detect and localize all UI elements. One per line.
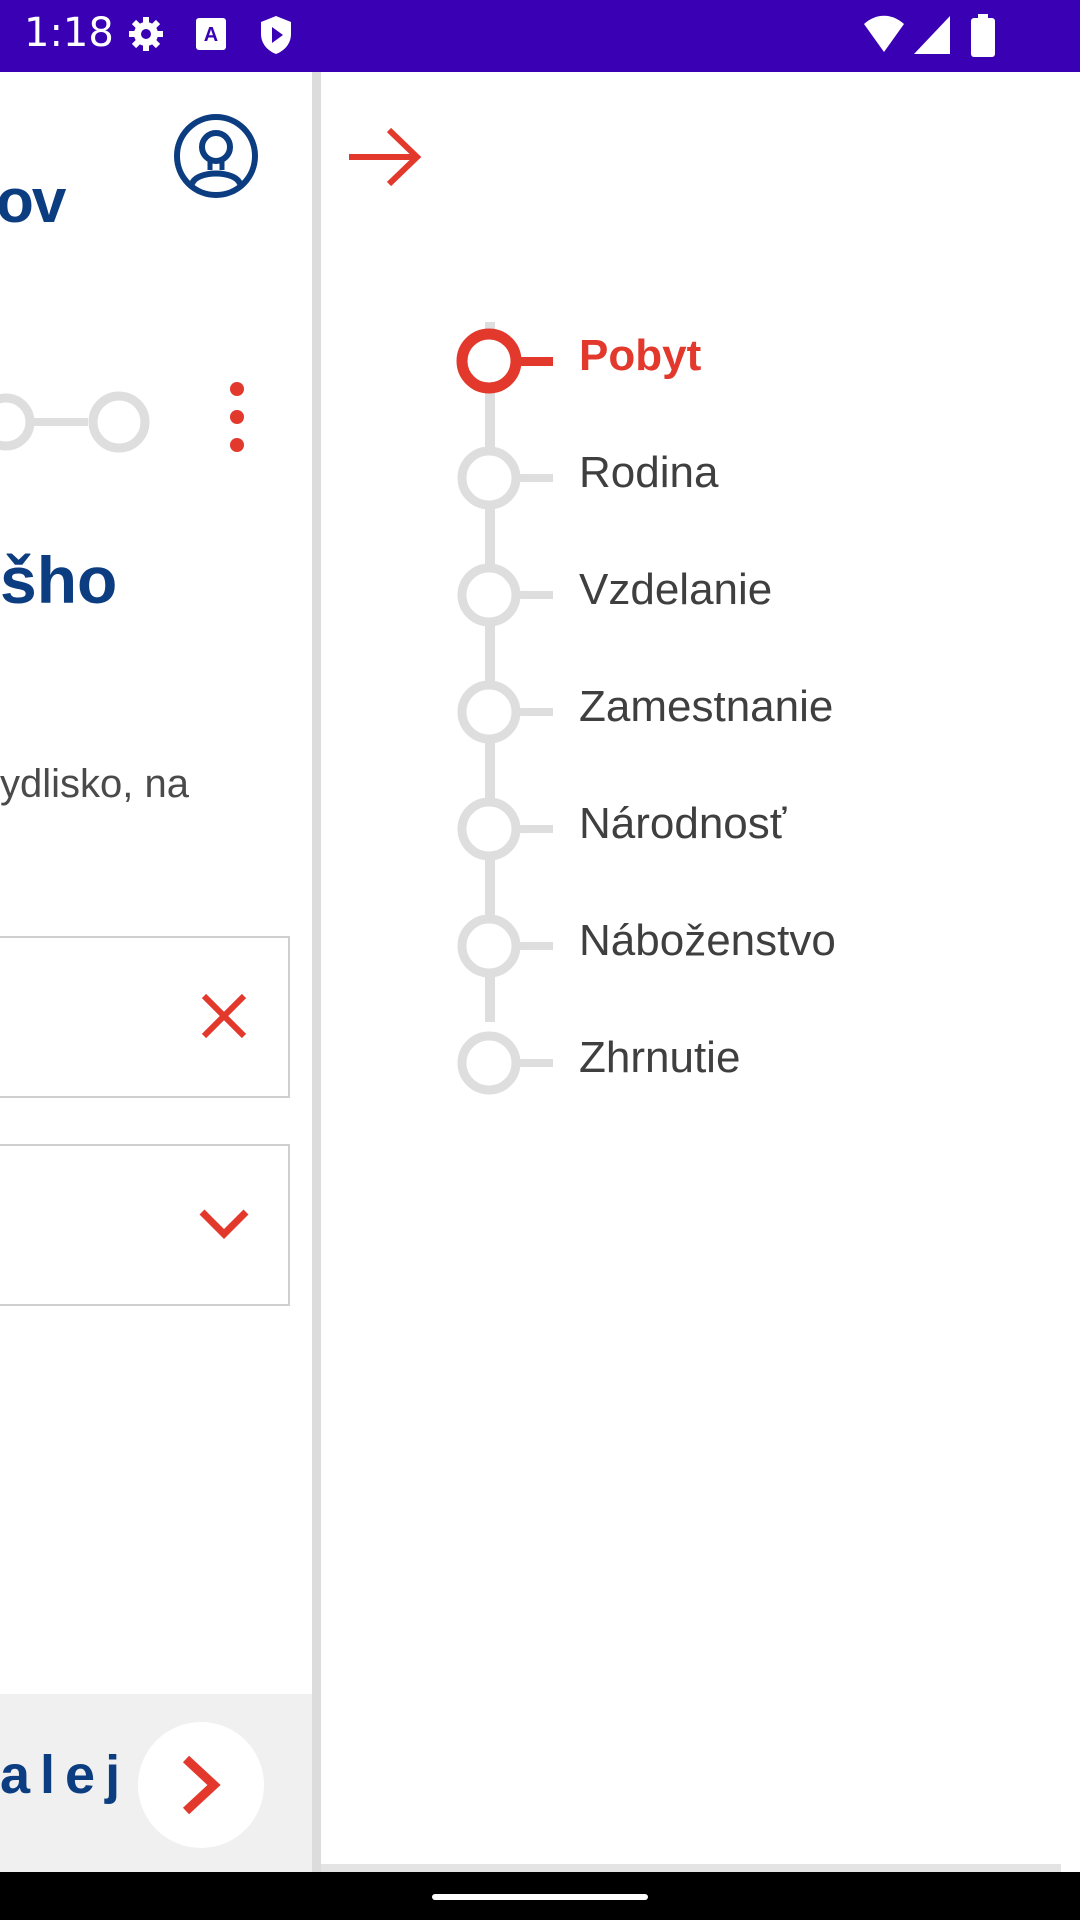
step-item-narodnost[interactable]: Národnosť	[456, 789, 1056, 869]
step-item-rodina[interactable]: Rodina	[456, 438, 1056, 518]
page-description-fragment: ydlisko, na	[0, 762, 189, 806]
step-label: Pobyt	[579, 331, 702, 380]
steps-drawer: Pobyt Rodina Vzdelanie Zamestnanie Národ…	[321, 72, 1061, 1872]
step-item-pobyt[interactable]: Pobyt	[456, 321, 1056, 401]
step-label: Zamestnanie	[579, 682, 834, 731]
step-node-icon	[457, 797, 553, 861]
bottom-action-bar: alej	[0, 1694, 312, 1872]
battery-icon	[970, 14, 996, 62]
background-page: ov šho ydlisko, na alej	[0, 72, 312, 1872]
svg-text:A: A	[204, 24, 218, 46]
drawer-divider	[312, 72, 321, 1872]
step-label: Náboženstvo	[579, 916, 836, 965]
system-navigation-bar	[0, 1872, 1080, 1920]
home-gesture-handle[interactable]	[432, 1894, 648, 1900]
gear-icon	[126, 14, 166, 58]
step-node-icon	[457, 446, 553, 510]
chevron-right-icon	[182, 1755, 221, 1815]
step-label: Vzdelanie	[579, 565, 773, 614]
step-item-zamestnanie[interactable]: Zamestnanie	[456, 672, 1056, 752]
page-headline-fragment: šho	[0, 543, 118, 617]
step-label: Zhrnutie	[579, 1033, 741, 1082]
step-node-active-icon	[456, 328, 553, 394]
shield-play-icon	[258, 14, 294, 60]
step-node-icon	[457, 563, 553, 627]
step-label: Rodina	[579, 448, 719, 497]
next-button[interactable]	[138, 1722, 264, 1848]
status-bar: 1:18 A	[0, 0, 1080, 72]
more-options-button[interactable]	[222, 377, 252, 457]
chevron-down-icon	[199, 1209, 249, 1239]
step-node-icon	[457, 914, 553, 978]
step-node-icon	[457, 1031, 553, 1095]
dropdown-select-field[interactable]	[0, 1144, 290, 1306]
profile-avatar-button[interactable]	[172, 112, 260, 200]
step-node-icon	[457, 680, 553, 744]
status-time: 1:18	[24, 10, 114, 56]
text-a-icon: A	[194, 14, 228, 58]
signal-icon	[912, 14, 952, 60]
step-item-nabozenstvo[interactable]: Náboženstvo	[456, 906, 1056, 986]
next-label: alej	[0, 1745, 131, 1805]
step-item-zhrnutie[interactable]: Zhrnutie	[456, 1023, 1056, 1103]
wifi-icon	[862, 14, 906, 58]
progress-stepper-mini	[0, 382, 160, 462]
user-profile-icon	[174, 114, 258, 198]
step-label: Národnosť	[579, 799, 787, 848]
vertical-dots-icon	[230, 382, 244, 452]
step-list: Pobyt Rodina Vzdelanie Zamestnanie Národ…	[321, 72, 1061, 1095]
clear-x-icon[interactable]	[198, 990, 250, 1042]
brand-text-fragment: ov	[0, 167, 66, 236]
text-input-field[interactable]	[0, 936, 290, 1098]
step-item-vzdelanie[interactable]: Vzdelanie	[456, 555, 1056, 635]
